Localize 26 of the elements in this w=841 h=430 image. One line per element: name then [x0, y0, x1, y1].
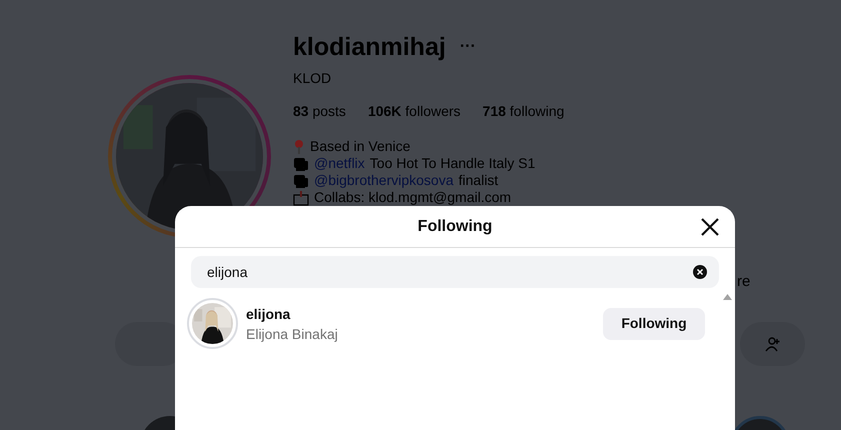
result-username[interactable]: elijona: [246, 304, 603, 324]
user-avatar[interactable]: [187, 298, 238, 349]
partial-text: re: [737, 272, 750, 292]
result-full-name: Elijona Binakaj: [246, 324, 339, 344]
bio-text: finalist: [458, 172, 498, 189]
mention-link[interactable]: @bigbrothervipkosova: [314, 172, 454, 189]
tv-icon: [293, 172, 309, 188]
mention-link[interactable]: @netflix: [314, 155, 365, 172]
dialog-title: Following: [418, 216, 492, 236]
following-button[interactable]: Following: [603, 308, 705, 340]
add-person-icon: [764, 336, 780, 352]
pin-icon: [293, 138, 305, 154]
tv-icon: [293, 156, 309, 172]
close-button[interactable]: [699, 216, 721, 238]
profile-stat[interactable]: 83 posts: [293, 101, 346, 122]
bio-text: Collabs: klod.mgmt@gmail.com: [314, 189, 512, 206]
profile-stat[interactable]: 718 following: [482, 101, 564, 122]
profile-stat[interactable]: 106K followers: [368, 101, 461, 122]
bio-text: Too Hot To Handle Italy S1: [370, 155, 536, 172]
display-name: KLOD: [293, 69, 332, 88]
clear-icon[interactable]: [693, 265, 707, 279]
inbox-icon: [293, 190, 309, 206]
more-options[interactable]: ···: [460, 35, 476, 59]
search-field[interactable]: elijona: [191, 256, 719, 288]
username: klodianmihaj: [293, 32, 446, 63]
bio-text: Based in Venice: [310, 138, 410, 155]
